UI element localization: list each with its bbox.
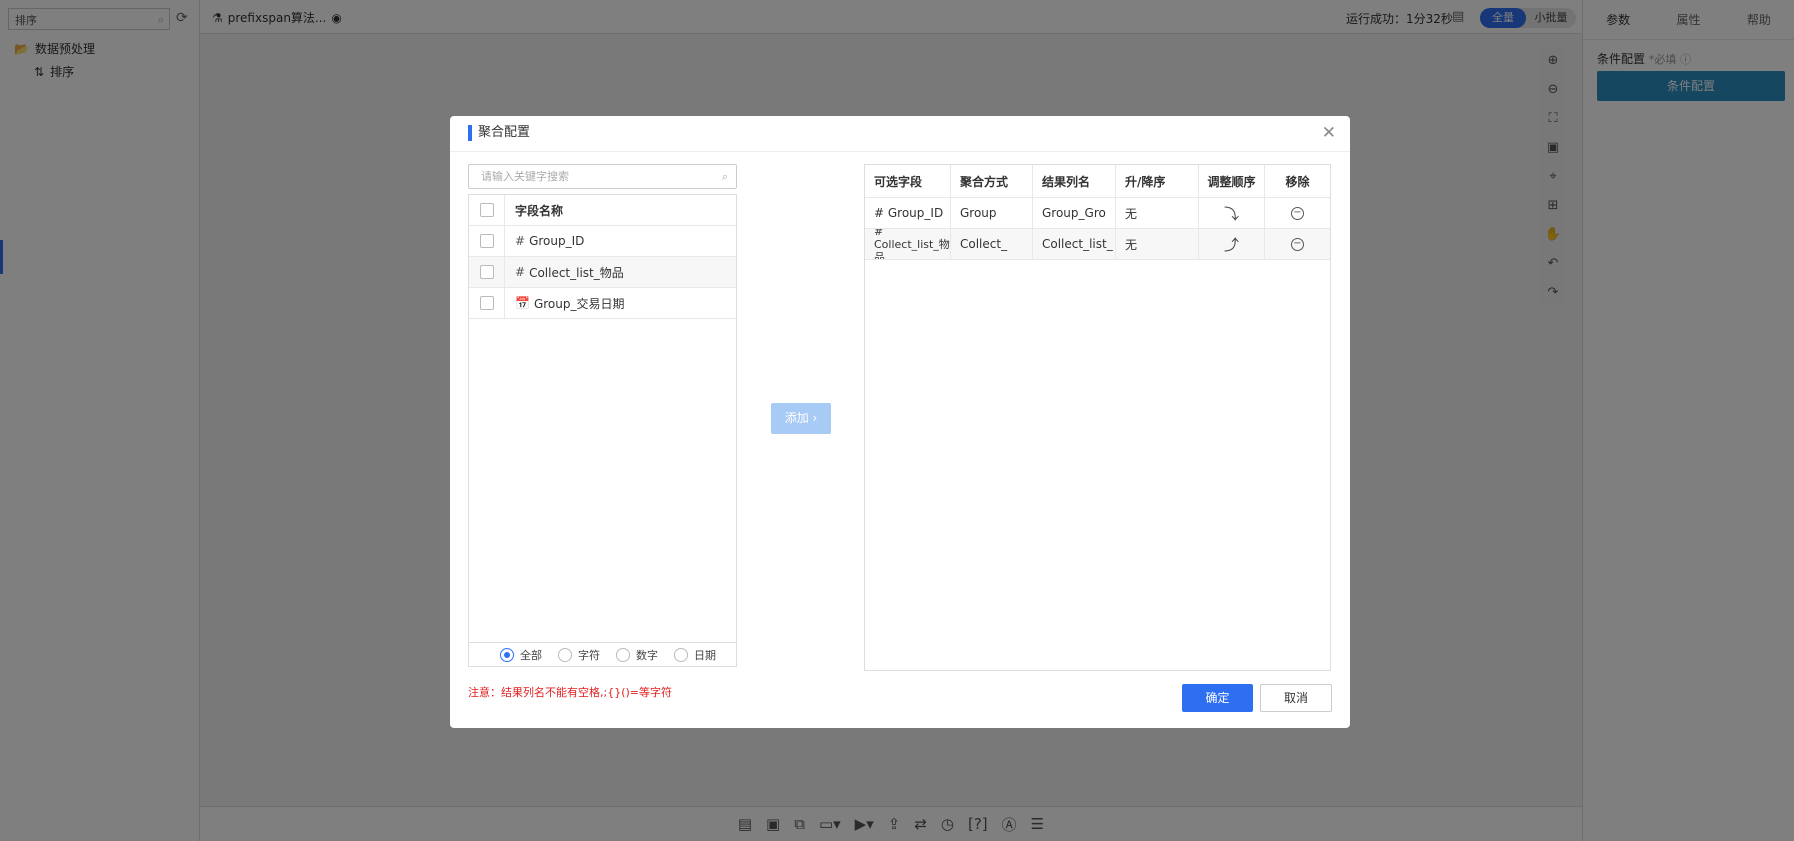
ok-button[interactable]: 确定 [1182, 684, 1253, 712]
cancel-button[interactable]: 取消 [1260, 684, 1332, 712]
field-list-header: 字段名称 [469, 195, 736, 226]
aggregation-table: 可选字段 聚合方式 结果列名 升/降序 调整顺序 移除 # Group_ID G… [864, 164, 1331, 671]
list-item[interactable]: 📅 Group_交易日期 [469, 288, 736, 319]
field-name: Collect_list_物品 [529, 265, 624, 280]
cell-field: # Collect_list_物品 [865, 229, 951, 259]
aggregate-config-dialog: 聚合配置 ✕ ⌕ 字段名称 #Group_ID #Collect_list_物品… [450, 116, 1350, 728]
field-name: Group_ID [529, 234, 585, 248]
col-method: 聚合方式 [951, 165, 1033, 197]
col-result: 结果列名 [1033, 165, 1116, 197]
number-type-icon: # [515, 265, 526, 279]
number-type-icon: # [515, 234, 526, 248]
field-search-input[interactable] [469, 165, 709, 188]
add-button[interactable]: 添加 › [771, 403, 831, 434]
cell-method-select[interactable]: Collect_ [951, 229, 1033, 259]
cell-order-select[interactable]: 无 [1116, 198, 1199, 228]
filter-number-label: 数字 [636, 649, 658, 662]
close-icon[interactable]: ✕ [1322, 123, 1336, 143]
table-header: 可选字段 聚合方式 结果列名 升/降序 调整顺序 移除 [865, 165, 1330, 198]
cell-method-select[interactable]: Group [951, 198, 1033, 228]
field-name: Group_交易日期 [533, 296, 625, 311]
filter-all-label: 全部 [520, 649, 542, 662]
col-adjust: 调整顺序 [1199, 165, 1265, 197]
move-up-icon[interactable]: ⤴ [1224, 234, 1239, 255]
table-row: # Group_ID Group Group_Gro 无 ⤵ − [865, 198, 1330, 229]
type-filter: 全部 字符 数字 日期 [468, 642, 737, 667]
filter-date-radio[interactable] [674, 648, 688, 662]
col-field: 可选字段 [865, 165, 951, 197]
select-all-checkbox[interactable] [479, 203, 494, 217]
date-type-icon: 📅 [515, 296, 530, 310]
cell-result-input[interactable]: Collect_list_ [1033, 229, 1116, 259]
field-checkbox[interactable] [479, 265, 494, 279]
field-search: ⌕ [468, 164, 737, 189]
col-remove: 移除 [1285, 174, 1310, 189]
field-checkbox[interactable] [479, 234, 494, 248]
col-order: 升/降序 [1116, 165, 1199, 197]
filter-string-label: 字符 [578, 649, 600, 662]
remove-icon[interactable]: − [1291, 206, 1304, 220]
field-list-header-label: 字段名称 [515, 203, 564, 218]
remove-icon[interactable]: − [1291, 237, 1304, 251]
filter-all-radio[interactable] [500, 648, 514, 662]
field-list: 字段名称 # Group_ID # Collect_list_物品 📅 Group_交… [468, 194, 737, 667]
filter-string-radio[interactable] [558, 648, 572, 662]
move-down-icon[interactable]: ⤵ [1224, 203, 1239, 224]
list-item[interactable]: # Group_ID [469, 226, 736, 257]
search-icon: ⌕ [721, 170, 728, 183]
filter-number-radio[interactable] [616, 648, 630, 662]
field-checkbox[interactable] [479, 296, 494, 310]
filter-date-label: 日期 [694, 649, 716, 662]
warning-note: 注意：结果列名不能有空格,;{}()=等字符 [468, 686, 672, 699]
dialog-header: 聚合配置 ✕ [450, 116, 1350, 152]
table-row: # Collect_list_物品 Collect_ Collect_list_… [865, 229, 1330, 260]
cell-order-select[interactable]: 无 [1116, 229, 1199, 259]
list-item[interactable]: # Collect_list_物品 [469, 257, 736, 288]
dialog-title: 聚合配置 [468, 125, 530, 141]
app-background: 排序 ⌕ ⟳ 📂 数据预处理 ⇅ 排序 ⚗ prefixspan算法... ◉ … [0, 0, 1794, 841]
cell-field: # Group_ID [865, 198, 951, 228]
cell-result-input[interactable]: Group_Gro [1033, 198, 1116, 228]
